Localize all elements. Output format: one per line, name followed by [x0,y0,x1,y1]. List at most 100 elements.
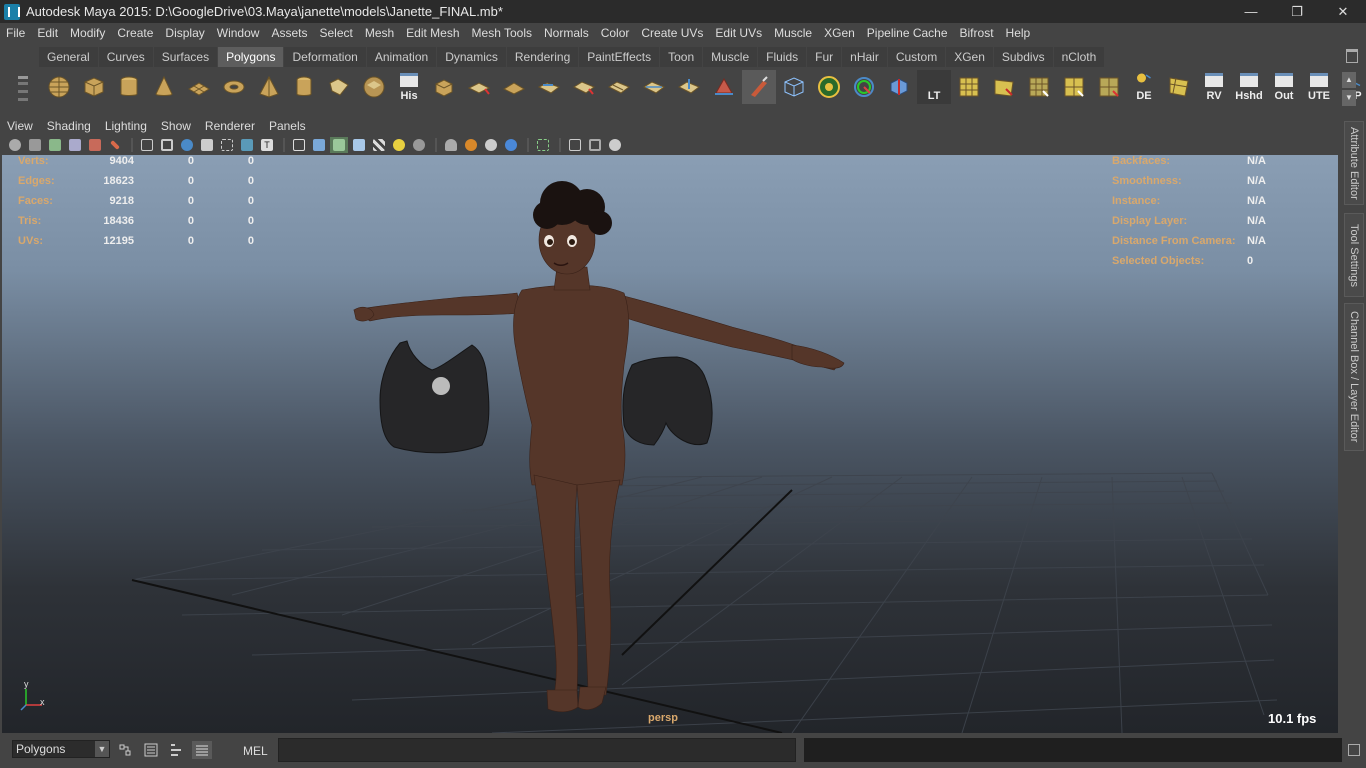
menu-pipeline-cache[interactable]: Pipeline Cache [861,26,954,40]
shelf-scroll-down-icon[interactable]: ▼ [1342,90,1356,106]
menu-help[interactable]: Help [1000,26,1037,40]
insert-edge-loop-icon[interactable] [602,70,636,104]
rv-tool[interactable]: RV [1197,70,1231,104]
poly-plane-icon[interactable] [182,70,216,104]
soft-select-icon[interactable] [812,70,846,104]
shadows-icon[interactable] [410,137,428,153]
anti-aliasing-icon[interactable] [482,137,500,153]
uv-move-sew-icon[interactable] [1092,70,1126,104]
xray-icon[interactable] [566,137,584,153]
poly-pipe-icon[interactable] [287,70,321,104]
menu-create-uvs[interactable]: Create UVs [635,26,709,40]
poly-sphere-icon[interactable] [42,70,76,104]
panel-menu-lighting[interactable]: Lighting [98,119,154,133]
tab-xgen[interactable]: XGen [946,47,993,67]
out-tool[interactable]: Out [1267,70,1301,104]
screen-space-ao-icon[interactable] [442,137,460,153]
extrude-icon[interactable] [427,70,461,104]
panel-menu-panels[interactable]: Panels [262,119,313,133]
bookmark-icon[interactable] [46,137,64,153]
menu-mesh[interactable]: Mesh [359,26,400,40]
lt-tool[interactable]: LT [917,70,951,104]
menu-file[interactable]: File [0,26,31,40]
motion-blur-icon[interactable] [462,137,480,153]
offset-edge-icon[interactable] [637,70,671,104]
panel-menu-shading[interactable]: Shading [40,119,98,133]
tab-attribute-editor[interactable]: Attribute Editor [1344,121,1364,205]
resolution-gate-icon[interactable] [178,137,196,153]
poly-pyramid-icon[interactable] [252,70,286,104]
tab-custom[interactable]: Custom [887,47,946,67]
poly-cone-icon[interactable] [147,70,181,104]
tab-subdivs[interactable]: Subdivs [993,47,1053,67]
menu-select[interactable]: Select [313,26,358,40]
image-plane-icon[interactable] [66,137,84,153]
script-editor-icon[interactable] [192,741,212,759]
shorts-garment[interactable] [622,356,713,446]
xray-active-icon[interactable] [606,137,624,153]
create-polygon-icon[interactable] [322,70,356,104]
shelf-scroll-up-icon[interactable]: ▲ [1342,72,1356,88]
script-language-label[interactable]: MEL [243,744,268,758]
de-tool[interactable]: DE [1127,70,1161,104]
menu-color[interactable]: Color [595,26,636,40]
tab-painteffects[interactable]: PaintEffects [579,47,660,67]
trash-icon[interactable] [1346,49,1358,63]
janette-character-model[interactable] [353,205,845,713]
select-camera-icon[interactable] [6,137,24,153]
merge-icon[interactable] [672,70,706,104]
ute-tool[interactable]: UTE [1302,70,1336,104]
menu-muscle[interactable]: Muscle [768,26,818,40]
tab-surfaces[interactable]: Surfaces [153,47,218,67]
flat-shade-icon[interactable] [350,137,368,153]
panel-menu-renderer[interactable]: Renderer [198,119,262,133]
menu-assets[interactable]: Assets [265,26,313,40]
bevel-icon[interactable] [462,70,496,104]
menu-normals[interactable]: Normals [538,26,595,40]
wireframe-on-shaded-icon[interactable] [330,137,348,153]
poly-cylinder-icon[interactable] [112,70,146,104]
tab-curves[interactable]: Curves [98,47,153,67]
tab-fur[interactable]: Fur [807,47,842,67]
uv-unfold-icon[interactable] [987,70,1021,104]
bridge-icon[interactable] [497,70,531,104]
uv-layout-icon[interactable] [952,70,986,104]
safe-title-icon[interactable]: T [258,137,276,153]
smooth-shade-icon[interactable] [310,137,328,153]
menu-edit[interactable]: Edit [31,26,64,40]
outliner-icon[interactable] [141,741,161,759]
tab-polygons[interactable]: Polygons [218,47,284,67]
command-input[interactable] [278,738,796,762]
depth-of-field-icon[interactable] [502,137,520,153]
snap-together-icon[interactable] [115,741,135,759]
tab-nhair[interactable]: nHair [842,47,887,67]
split-icon[interactable] [567,70,601,104]
grid-icon[interactable] [138,137,156,153]
panel-menu-show[interactable]: Show [154,119,198,133]
sculpt-icon[interactable] [707,70,741,104]
tab-animation[interactable]: Animation [366,47,437,67]
use-all-lights-icon[interactable] [390,137,408,153]
tab-general[interactable]: General [39,47,98,67]
menu-create[interactable]: Create [111,26,159,40]
textured-icon[interactable] [370,137,388,153]
menu-mesh-tools[interactable]: Mesh Tools [466,26,538,40]
menu-window[interactable]: Window [211,26,266,40]
mesh-display-icon[interactable] [882,70,916,104]
poly-torus-icon[interactable] [217,70,251,104]
shelf-scroll[interactable]: ▲ ▼ [1342,72,1356,106]
hshd-tool[interactable]: Hshd [1232,70,1266,104]
tab-muscle[interactable]: Muscle [703,47,758,67]
menu-display[interactable]: Display [159,26,210,40]
wireframe-cube-icon[interactable] [777,70,811,104]
perspective-viewport[interactable]: Verts: 9404 0 0 Edges: 18623 0 0 Faces: … [2,155,1338,733]
hypergraph-icon[interactable] [166,741,186,759]
tab-fluids[interactable]: Fluids [758,47,807,67]
film-gate-icon[interactable] [158,137,176,153]
tab-ncloth[interactable]: nCloth [1053,47,1105,67]
menu-modify[interactable]: Modify [64,26,111,40]
append-icon[interactable] [532,70,566,104]
safe-action-icon[interactable] [238,137,256,153]
restore-button[interactable]: ❐ [1274,0,1320,23]
uv-cut-icon[interactable] [1022,70,1056,104]
